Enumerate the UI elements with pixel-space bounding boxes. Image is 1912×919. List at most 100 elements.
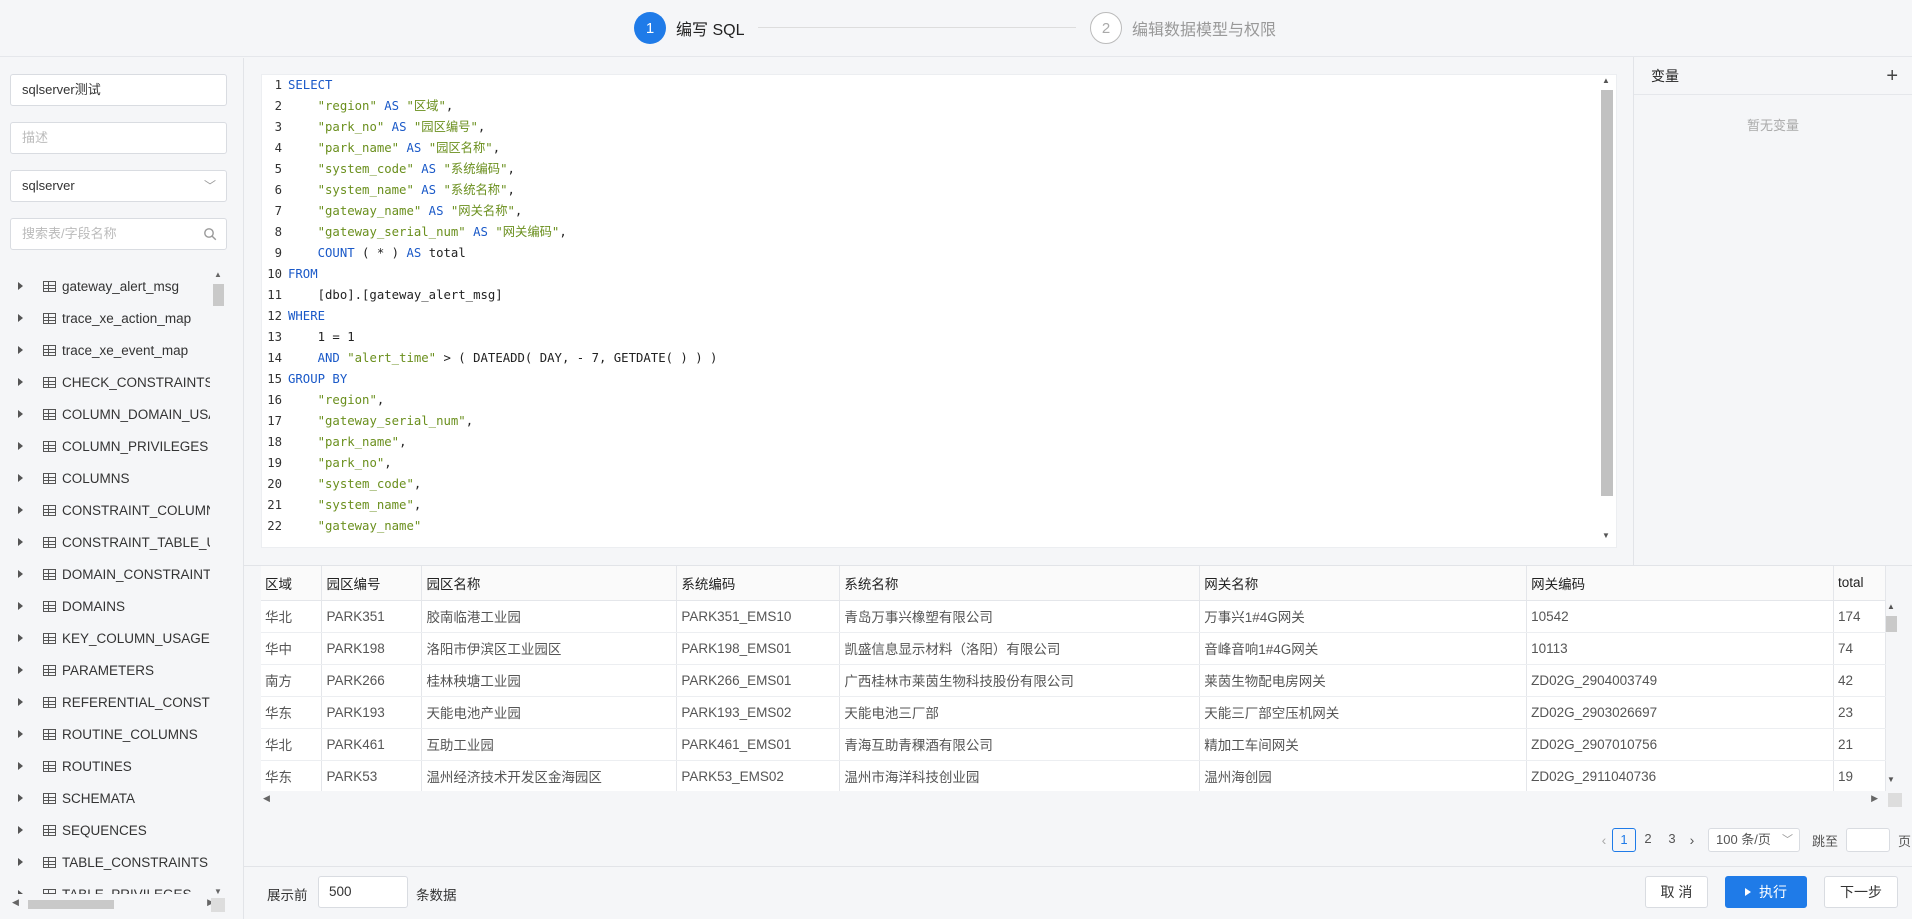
- tree-item[interactable]: SEQUENCES: [0, 814, 210, 846]
- tree-item[interactable]: PARAMETERS: [0, 654, 210, 686]
- expand-caret-icon[interactable]: [18, 506, 23, 514]
- scroll-down-icon[interactable]: ▼: [1887, 775, 1895, 784]
- scroll-down-icon[interactable]: ▼: [214, 887, 222, 896]
- tree-item[interactable]: ROUTINES: [0, 750, 210, 782]
- expand-caret-icon[interactable]: [18, 474, 23, 482]
- tree-horizontal-scrollbar[interactable]: ◀ ▶: [10, 897, 214, 911]
- page-1-button[interactable]: 1: [1611, 828, 1636, 852]
- code-line[interactable]: 15 GROUP BY: [262, 369, 347, 390]
- code-line[interactable]: 18 "park_name",: [262, 432, 406, 453]
- cancel-button[interactable]: 取 消: [1645, 876, 1708, 908]
- scroll-up-icon[interactable]: ▲: [214, 270, 222, 279]
- step-write-sql[interactable]: 1 编写 SQL: [634, 12, 744, 44]
- scroll-down-icon[interactable]: ▼: [1602, 531, 1610, 540]
- tree-item[interactable]: trace_xe_event_map: [0, 334, 210, 366]
- code-line[interactable]: 13 1 = 1: [262, 327, 354, 348]
- expand-caret-icon[interactable]: [18, 410, 23, 418]
- search-icon[interactable]: [203, 227, 217, 241]
- code-line[interactable]: 8 "gateway_serial_num" AS "网关编码",: [262, 222, 567, 243]
- code-line[interactable]: 1 SELECT: [262, 75, 333, 96]
- tree-item[interactable]: DOMAINS: [0, 590, 210, 622]
- scroll-thumb[interactable]: [1601, 90, 1613, 496]
- expand-caret-icon[interactable]: [18, 666, 23, 674]
- column-header[interactable]: total: [1833, 566, 1886, 601]
- run-button[interactable]: 执行: [1725, 876, 1807, 908]
- column-header[interactable]: 网关名称: [1199, 566, 1528, 601]
- expand-caret-icon[interactable]: [18, 346, 23, 354]
- tree-vertical-scrollbar[interactable]: ▲ ▼: [211, 270, 225, 896]
- scroll-up-icon[interactable]: ▲: [1602, 76, 1610, 85]
- scroll-left-icon[interactable]: ◀: [263, 793, 270, 804]
- grid-vertical-scrollbar[interactable]: ▲ ▼: [1884, 600, 1898, 786]
- description-input[interactable]: 描述: [10, 122, 227, 154]
- expand-caret-icon[interactable]: [18, 826, 23, 834]
- tree-item[interactable]: gateway_alert_msg: [0, 270, 210, 302]
- tree-item[interactable]: ROUTINE_COLUMNS: [0, 718, 210, 750]
- code-line[interactable]: 12 WHERE: [262, 306, 325, 327]
- code-line[interactable]: 3 "park_no" AS "园区编号",: [262, 117, 486, 138]
- column-header[interactable]: 网关编码: [1526, 566, 1834, 601]
- expand-caret-icon[interactable]: [18, 730, 23, 738]
- step-edit-model[interactable]: 2 编辑数据模型与权限: [1090, 12, 1276, 44]
- table-row[interactable]: 华中 PARK198 洛阳市伊滨区工业园区 PARK198_EMS01 凯盛信息显示材料…: [261, 632, 1886, 665]
- scroll-thumb[interactable]: [213, 284, 224, 306]
- sql-editor[interactable]: 1 SELECT 2 "region" AS "区域", 3 "park_no" AS…: [261, 74, 1617, 548]
- column-header[interactable]: 园区编号: [321, 566, 423, 601]
- next-step-button[interactable]: 下一步: [1824, 876, 1898, 908]
- table-row[interactable]: 华北 PARK461 互助工业园 PARK461_EMS01 青海互助青稞酒有限公司 精加…: [261, 728, 1886, 761]
- expand-caret-icon[interactable]: [18, 570, 23, 578]
- expand-caret-icon[interactable]: [18, 602, 23, 610]
- jump-page-input[interactable]: [1846, 828, 1890, 852]
- tree-item[interactable]: CONSTRAINT_COLUMN_USAGE: [0, 494, 210, 526]
- column-header[interactable]: 系统编码: [676, 566, 841, 601]
- tree-item[interactable]: KEY_COLUMN_USAGE: [0, 622, 210, 654]
- code-line[interactable]: 17 "gateway_serial_num",: [262, 411, 473, 432]
- expand-caret-icon[interactable]: [18, 890, 23, 894]
- tree-item[interactable]: SCHEMATA: [0, 782, 210, 814]
- code-line[interactable]: 16 "region",: [262, 390, 384, 411]
- page-2-button[interactable]: 2: [1636, 828, 1660, 852]
- expand-caret-icon[interactable]: [18, 378, 23, 386]
- editor-scrollbar[interactable]: ▲ ▼: [1599, 76, 1613, 546]
- column-header[interactable]: 园区名称: [421, 566, 678, 601]
- code-line[interactable]: 21 "system_name",: [262, 495, 421, 516]
- code-line[interactable]: 10 FROM: [262, 264, 317, 285]
- scroll-thumb[interactable]: [1886, 616, 1897, 632]
- code-line[interactable]: 6 "system_name" AS "系统名称",: [262, 180, 515, 201]
- code-line[interactable]: 20 "system_code",: [262, 474, 421, 495]
- code-line[interactable]: 11 [dbo].[gateway_alert_msg]: [262, 285, 503, 306]
- expand-caret-icon[interactable]: [18, 282, 23, 290]
- column-header[interactable]: 区域: [261, 566, 323, 601]
- datasource-select[interactable]: sqlserver ﹀: [10, 170, 227, 202]
- tree-item[interactable]: CONSTRAINT_TABLE_USAGE: [0, 526, 210, 558]
- page-size-select[interactable]: 100 条/页 ﹀: [1707, 828, 1800, 852]
- table-row[interactable]: 华东 PARK53 温州经济技术开发区金海园区 PARK53_EMS02 温州市海洋科技…: [261, 760, 1886, 791]
- expand-caret-icon[interactable]: [18, 794, 23, 802]
- tree-item[interactable]: TABLE_CONSTRAINTS: [0, 846, 210, 878]
- expand-caret-icon[interactable]: [18, 314, 23, 322]
- code-line[interactable]: 5 "system_code" AS "系统编码",: [262, 159, 515, 180]
- tree-item[interactable]: DOMAIN_CONSTRAINTS: [0, 558, 210, 590]
- scroll-up-icon[interactable]: ▲: [1887, 602, 1895, 611]
- page-3-button[interactable]: 3: [1660, 828, 1684, 852]
- code-line[interactable]: 19 "park_no",: [262, 453, 391, 474]
- tree-item[interactable]: REFERENTIAL_CONSTRAINTS: [0, 686, 210, 718]
- scroll-right-icon[interactable]: ▶: [1871, 793, 1878, 804]
- table-row[interactable]: 华东 PARK193 天能电池产业园 PARK193_EMS02 天能电池三厂部 天能三厂…: [261, 696, 1886, 729]
- tree-item[interactable]: trace_xe_action_map: [0, 302, 210, 334]
- add-variable-icon[interactable]: +: [1886, 66, 1898, 86]
- expand-caret-icon[interactable]: [18, 858, 23, 866]
- table-row[interactable]: 华北 PARK351 胶南临港工业园 PARK351_EMS10 青岛万事兴橡塑有限公司…: [261, 600, 1886, 633]
- code-line[interactable]: 2 "region" AS "区域",: [262, 96, 454, 117]
- expand-caret-icon[interactable]: [18, 698, 23, 706]
- expand-caret-icon[interactable]: [18, 538, 23, 546]
- dataset-name-input[interactable]: sqlserver测试: [10, 74, 227, 106]
- tree-item[interactable]: COLUMNS: [0, 462, 210, 494]
- table-search-input[interactable]: 搜索表/字段名称: [10, 218, 227, 250]
- tree-item[interactable]: COLUMN_PRIVILEGES: [0, 430, 210, 462]
- grid-horizontal-scrollbar[interactable]: ◀ ▶: [261, 793, 1902, 807]
- code-line[interactable]: 7 "gateway_name" AS "网关名称",: [262, 201, 523, 222]
- expand-caret-icon[interactable]: [18, 762, 23, 770]
- table-row[interactable]: 南方 PARK266 桂林秧塘工业园 PARK266_EMS01 广西桂林市莱茵生物科技…: [261, 664, 1886, 697]
- column-header[interactable]: 系统名称: [839, 566, 1201, 601]
